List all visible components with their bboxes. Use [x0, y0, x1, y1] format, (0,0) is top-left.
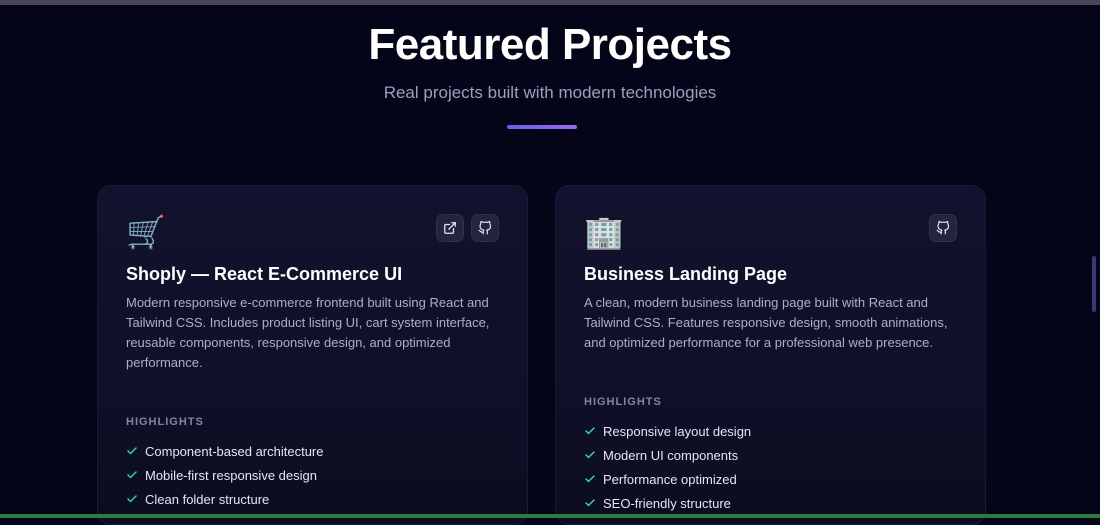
check-icon: [584, 449, 596, 461]
highlights-heading: HIGHLIGHTS: [584, 396, 662, 408]
check-icon: [126, 493, 138, 505]
highlight-text: Mobile-first responsive design: [145, 468, 317, 483]
github-icon: [478, 221, 492, 235]
project-card-business-landing: 🏢 Business Landing Page A clean, modern …: [555, 185, 986, 525]
section-title: Featured Projects: [0, 20, 1100, 70]
github-icon: [936, 221, 950, 235]
highlights-list: Component-based architecture Mobile-firs…: [126, 439, 324, 511]
highlights-list: Responsive layout design Modern UI compo…: [584, 419, 751, 515]
card-actions: [436, 214, 499, 242]
check-icon: [126, 445, 138, 457]
highlight-text: Clean folder structure: [145, 492, 269, 507]
highlight-text: Modern UI components: [603, 448, 738, 463]
github-button[interactable]: [471, 214, 499, 242]
project-title: Business Landing Page: [584, 264, 787, 285]
highlight-text: SEO-friendly structure: [603, 496, 731, 511]
highlight-item: Performance optimized: [584, 467, 751, 491]
highlights-heading: HIGHLIGHTS: [126, 416, 204, 428]
check-icon: [584, 473, 596, 485]
check-icon: [126, 469, 138, 481]
highlight-item: Mobile-first responsive design: [126, 463, 324, 487]
browser-bottom-edge: [0, 514, 1100, 518]
section-subtitle: Real projects built with modern technolo…: [0, 83, 1100, 103]
highlight-item: Component-based architecture: [126, 439, 324, 463]
highlight-item: Clean folder structure: [126, 487, 324, 511]
title-divider: [507, 125, 577, 129]
github-button[interactable]: [929, 214, 957, 242]
highlight-item: Modern UI components: [584, 443, 751, 467]
page-scrollbar[interactable]: [1092, 256, 1096, 312]
project-card-shoply: 🛒 Shoply — React E-Commerce UI Modern re…: [97, 185, 528, 525]
project-description: Modern responsive e-commerce frontend bu…: [126, 293, 506, 373]
highlight-text: Responsive layout design: [603, 424, 751, 439]
highlight-text: Performance optimized: [603, 472, 737, 487]
project-description: A clean, modern business landing page bu…: [584, 293, 964, 353]
external-link-icon: [443, 221, 457, 235]
highlight-text: Component-based architecture: [145, 444, 324, 459]
check-icon: [584, 425, 596, 437]
project-title: Shoply — React E-Commerce UI: [126, 264, 402, 285]
live-demo-button[interactable]: [436, 214, 464, 242]
check-icon: [584, 497, 596, 509]
card-actions: [929, 214, 957, 242]
highlight-item: SEO-friendly structure: [584, 491, 751, 515]
browser-top-edge: [0, 0, 1100, 5]
shopping-cart-icon: 🛒: [126, 212, 166, 252]
highlight-item: Responsive layout design: [584, 419, 751, 443]
office-building-icon: 🏢: [584, 212, 624, 252]
